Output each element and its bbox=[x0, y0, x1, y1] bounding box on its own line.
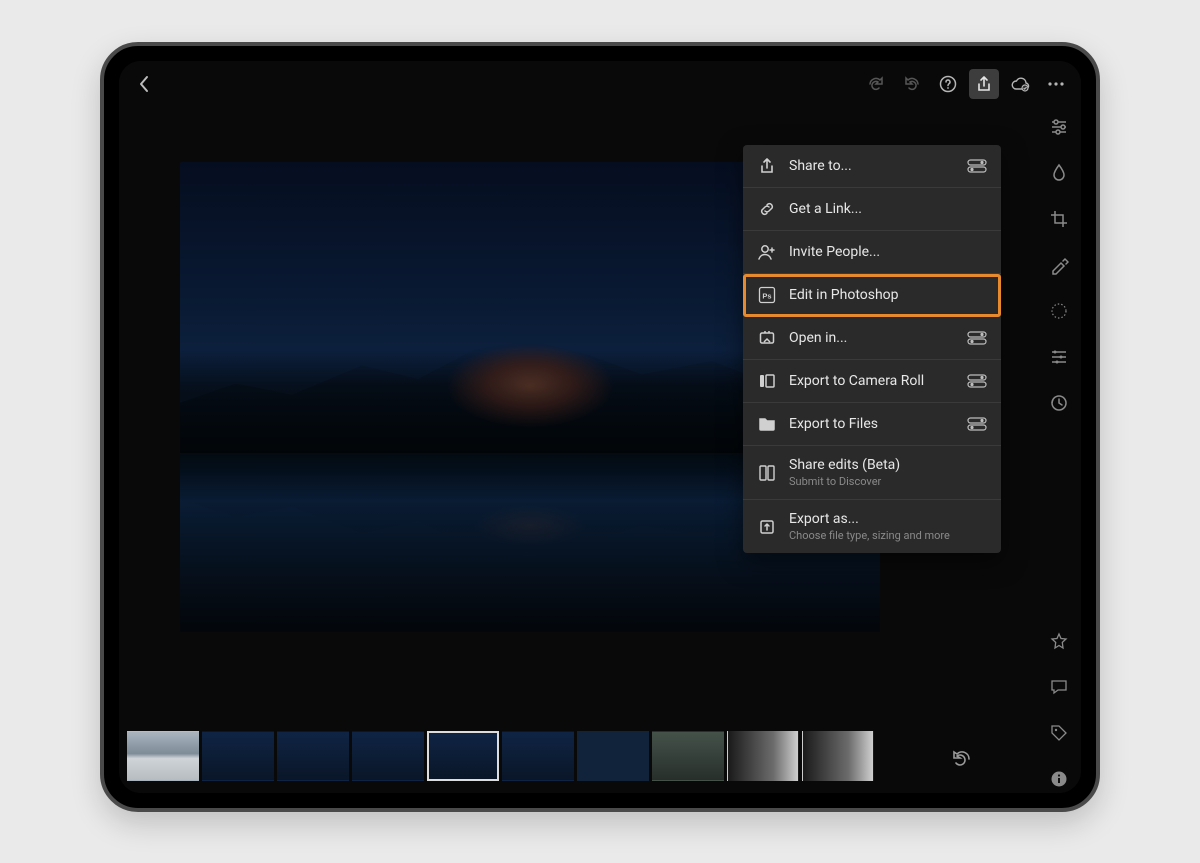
export-as-icon bbox=[757, 517, 777, 537]
share-menu-item-person-add[interactable]: Invite People... bbox=[743, 231, 1001, 274]
more-button[interactable] bbox=[1041, 69, 1071, 99]
filmstrip[interactable] bbox=[127, 728, 933, 783]
options-toggle-icon[interactable] bbox=[967, 331, 987, 345]
svg-text:Ps: Ps bbox=[762, 292, 771, 301]
droplet-icon[interactable] bbox=[1045, 159, 1073, 187]
person-add-icon bbox=[757, 242, 777, 262]
share-menu-label: Open in... bbox=[789, 330, 955, 346]
folder-icon bbox=[757, 414, 777, 434]
filmstrip-thumb[interactable] bbox=[577, 731, 649, 781]
share-menu-item-link[interactable]: Get a Link... bbox=[743, 188, 1001, 231]
filmstrip-thumb[interactable] bbox=[127, 731, 199, 781]
options-toggle-icon[interactable] bbox=[967, 417, 987, 431]
camera-roll-icon bbox=[757, 371, 777, 391]
share-menu-label: Share to... bbox=[789, 158, 955, 174]
tablet-frame: Share to... Get a Link... Invite People...… bbox=[100, 42, 1100, 812]
share-menu-label: Share edits (Beta) bbox=[789, 457, 987, 473]
radial-mask-icon[interactable] bbox=[1045, 297, 1073, 325]
ps-icon: Ps bbox=[757, 285, 777, 305]
help-button[interactable] bbox=[933, 69, 963, 99]
app-screen: Share to... Get a Link... Invite People...… bbox=[119, 61, 1081, 793]
share-menu-item-export-as[interactable]: Export as... Choose file type, sizing and… bbox=[743, 500, 1001, 553]
link-icon bbox=[757, 199, 777, 219]
share-menu-label: Export as... bbox=[789, 511, 987, 527]
cloud-sync-button[interactable] bbox=[1005, 69, 1035, 99]
share-menu-label: Get a Link... bbox=[789, 201, 987, 217]
filmstrip-thumb[interactable] bbox=[427, 731, 499, 781]
adjust-sliders-icon[interactable] bbox=[1045, 113, 1073, 141]
share-menu-item-camera-roll[interactable]: Export to Camera Roll bbox=[743, 360, 1001, 403]
filmstrip-thumb[interactable] bbox=[802, 731, 874, 781]
options-toggle-icon[interactable] bbox=[967, 374, 987, 388]
filmstrip-thumb[interactable] bbox=[352, 731, 424, 781]
share-menu-item-folder[interactable]: Export to Files bbox=[743, 403, 1001, 446]
filmstrip-thumb[interactable] bbox=[727, 731, 799, 781]
presets-icon[interactable] bbox=[1045, 343, 1073, 371]
share-menu-item-ps[interactable]: Ps Edit in Photoshop bbox=[743, 274, 1001, 317]
open-in-icon bbox=[757, 328, 777, 348]
tag-icon[interactable] bbox=[1045, 719, 1073, 747]
share-up-icon bbox=[757, 156, 777, 176]
crop-icon[interactable] bbox=[1045, 205, 1073, 233]
undo-button[interactable] bbox=[897, 69, 927, 99]
share-menu-item-open-in[interactable]: Open in... bbox=[743, 317, 1001, 360]
share-menu-label: Export to Files bbox=[789, 416, 955, 432]
shareedits-icon bbox=[757, 463, 777, 483]
share-menu-label: Edit in Photoshop bbox=[789, 287, 987, 303]
share-menu-sublabel: Submit to Discover bbox=[789, 475, 987, 488]
filmstrip-thumb[interactable] bbox=[277, 731, 349, 781]
share-menu-sublabel: Choose file type, sizing and more bbox=[789, 529, 987, 542]
back-button[interactable] bbox=[127, 67, 161, 101]
healing-brush-icon[interactable] bbox=[1045, 251, 1073, 279]
share-menu-item-share-up[interactable]: Share to... bbox=[743, 145, 1001, 188]
filmstrip-thumb[interactable] bbox=[652, 731, 724, 781]
filmstrip-thumb[interactable] bbox=[502, 731, 574, 781]
share-menu-item-shareedits[interactable]: Share edits (Beta) Submit to Discover bbox=[743, 446, 1001, 500]
topbar bbox=[119, 61, 1081, 107]
share-menu: Share to... Get a Link... Invite People...… bbox=[743, 145, 1001, 553]
share-menu-label: Export to Camera Roll bbox=[789, 373, 955, 389]
filmstrip-undo-button[interactable] bbox=[941, 743, 981, 773]
share-menu-label: Invite People... bbox=[789, 244, 987, 260]
right-tool-rail bbox=[1037, 107, 1081, 793]
share-button[interactable] bbox=[969, 69, 999, 99]
redo-button[interactable] bbox=[861, 69, 891, 99]
comment-icon[interactable] bbox=[1045, 673, 1073, 701]
versions-icon[interactable] bbox=[1045, 389, 1073, 417]
filmstrip-thumb[interactable] bbox=[202, 731, 274, 781]
info-icon[interactable] bbox=[1045, 765, 1073, 793]
star-icon[interactable] bbox=[1045, 627, 1073, 655]
options-toggle-icon[interactable] bbox=[967, 159, 987, 173]
